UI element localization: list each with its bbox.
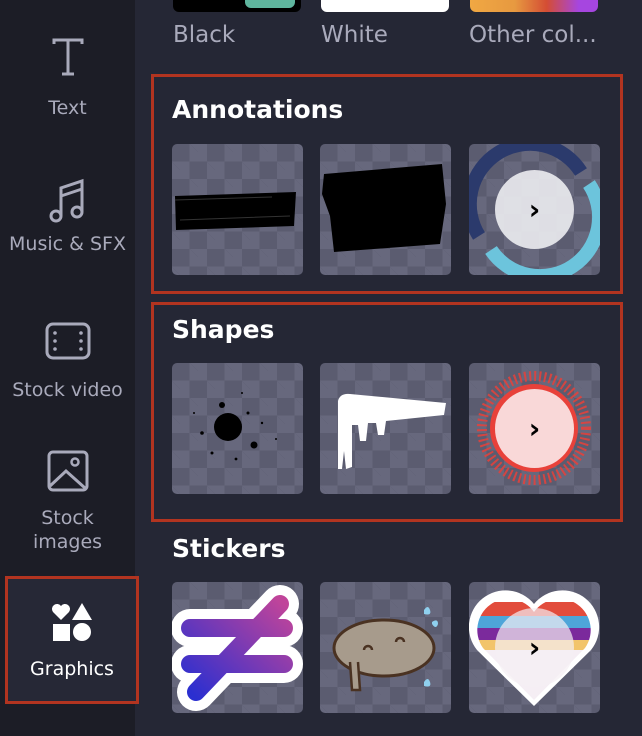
sidebar-item-label: Music & SFX	[9, 233, 126, 255]
music-icon	[49, 178, 83, 223]
section-title-annotations: Annotations	[172, 95, 344, 124]
sidebar-item-stock-video[interactable]: Stock video	[0, 322, 135, 402]
paint-drip-graphic	[338, 393, 446, 469]
swatch-accent	[245, 0, 295, 8]
more-button[interactable]: ›	[495, 170, 574, 249]
sidebar-item-label: Text	[48, 97, 87, 119]
shape-ink-splatter[interactable]	[172, 363, 303, 494]
brush-stroke-graphic	[322, 164, 446, 252]
sidebar-item-text[interactable]: Text	[0, 38, 135, 120]
more-button[interactable]: ›	[495, 389, 574, 468]
graphics-panel: Black White Other col... Annotations › S…	[135, 0, 642, 736]
image-icon	[47, 450, 88, 492]
sidebar-item-label: Stock video	[12, 379, 123, 401]
film-icon	[45, 322, 90, 360]
pusheen-cat-sticker-graphic	[332, 607, 438, 692]
section-title-shapes: Shapes	[172, 315, 275, 344]
section-title-stickers: Stickers	[172, 534, 286, 563]
sidebar-item-label: Graphics	[30, 658, 114, 680]
not-equal-sticker-graphic	[172, 585, 303, 711]
sidebar-item-stock-images[interactable]: Stock images	[0, 450, 135, 554]
sticker-not-equal[interactable]	[172, 582, 303, 713]
text-icon	[52, 38, 83, 76]
chevron-right-icon: ›	[528, 193, 541, 226]
swatch-label: White	[321, 22, 388, 48]
sidebar-item-graphics[interactable]: Graphics	[5, 576, 139, 704]
sidebar-item-label: Stock images	[32, 507, 103, 553]
sidebar-item-music-sfx[interactable]: Music & SFX	[0, 178, 135, 256]
swatch-black[interactable]	[173, 0, 301, 12]
chevron-right-icon: ›	[528, 631, 541, 664]
shapes-icon	[52, 603, 92, 641]
chevron-right-icon: ›	[528, 412, 541, 445]
swatch-label: Black	[173, 22, 236, 48]
sticker-pusheen-cat[interactable]	[320, 582, 451, 713]
sticker-rainbow-heart[interactable]: ›	[469, 582, 600, 713]
annotation-circular-arrows[interactable]: ›	[469, 144, 600, 275]
brush-stroke-graphic	[174, 192, 296, 230]
shape-paint-drip[interactable]	[320, 363, 451, 494]
swatch-label: Other col...	[469, 22, 597, 48]
ink-splatter-graphic	[193, 392, 277, 461]
sidebar: Text Music & SFX Stock video Stock image…	[0, 0, 139, 736]
swatch-white[interactable]	[321, 0, 449, 12]
shape-halftone-circle[interactable]: ›	[469, 363, 600, 494]
swatch-other-colors[interactable]	[470, 0, 598, 12]
annotation-thin-brush-stroke[interactable]	[172, 144, 303, 275]
annotation-thick-brush-stroke[interactable]	[320, 144, 451, 275]
more-button[interactable]: ›	[495, 608, 574, 687]
